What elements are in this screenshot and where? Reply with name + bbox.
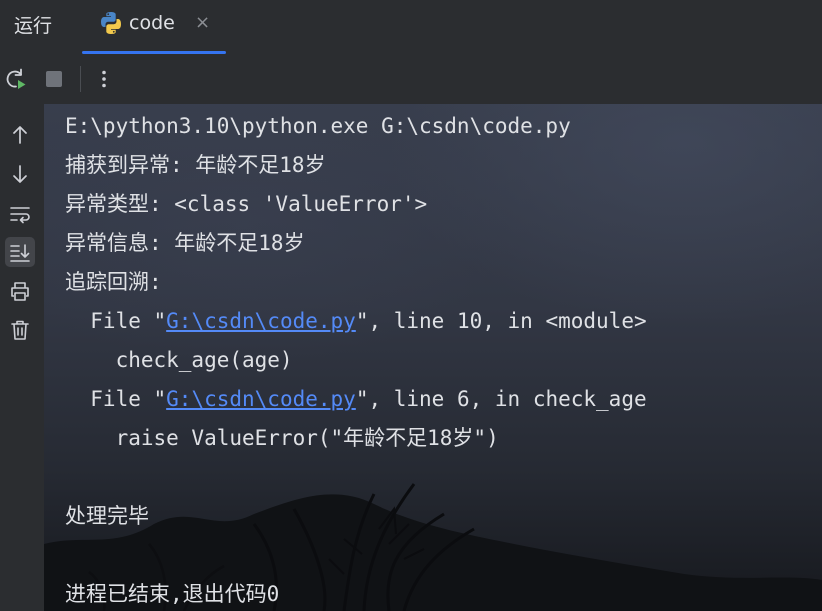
console-line: E:\python3.10\python.exe G:\csdn\code.py <box>65 114 571 138</box>
traceback-frame: File "G:\csdn\code.py", line 10, in <mod… <box>65 306 647 336</box>
file-link[interactable]: G:\csdn\code.py <box>166 387 356 411</box>
trash-icon[interactable] <box>5 315 35 345</box>
run-panel-title: 运行 <box>14 15 53 37</box>
tab-code[interactable]: code × <box>82 0 226 54</box>
traceback-frame: File "G:\csdn\code.py", line 6, in check… <box>65 384 647 414</box>
stop-icon[interactable] <box>40 65 68 93</box>
python-icon <box>100 11 122 35</box>
soft-wrap-icon[interactable] <box>5 199 35 229</box>
file-link[interactable]: G:\csdn\code.py <box>166 309 356 333</box>
tool-window-header: 运行 code × <box>0 0 822 54</box>
console-output[interactable]: E:\python3.10\python.exe G:\csdn\code.py… <box>44 104 822 611</box>
console-line: 进程已结束,退出代码0 <box>65 582 280 606</box>
tab-label: code <box>129 12 175 34</box>
run-toolbar <box>0 54 822 104</box>
close-icon[interactable]: × <box>195 14 210 32</box>
print-icon[interactable] <box>5 276 35 306</box>
rerun-icon[interactable] <box>2 65 30 93</box>
toolbar-divider <box>80 66 81 92</box>
traceback-text: ", line 10, in <module> <box>355 309 647 333</box>
scroll-to-end-icon[interactable] <box>5 237 35 267</box>
console-line: 异常类型: <class 'ValueError'> <box>65 192 428 216</box>
traceback-text: File " <box>65 387 167 411</box>
console-line: 捕获到异常: 年龄不足18岁 <box>65 153 326 177</box>
traceback-code: raise ValueError("年龄不足18岁") <box>65 426 499 450</box>
traceback-code: check_age(age) <box>65 348 293 372</box>
console-line: 异常信息: 年龄不足18岁 <box>65 231 305 255</box>
console-line: 追踪回溯: <box>65 270 162 294</box>
arrow-down-icon[interactable] <box>5 159 35 189</box>
traceback-text: ", line 6, in check_age <box>355 387 647 411</box>
more-vertical-icon[interactable] <box>90 65 118 93</box>
traceback-text: File " <box>65 309 167 333</box>
arrow-up-icon[interactable] <box>5 120 35 150</box>
console-sidebar <box>0 104 44 611</box>
console-line: 处理完毕 <box>65 504 149 528</box>
